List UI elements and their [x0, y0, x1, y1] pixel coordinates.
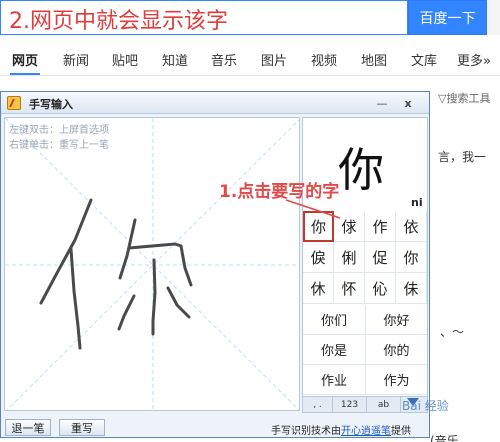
tab-video[interactable]: 视频 — [311, 50, 337, 69]
candidate[interactable]: 伈 — [365, 273, 396, 304]
search-input[interactable]: 2.网页中就会显示该字 — [0, 0, 408, 35]
candidate[interactable]: 怀 — [334, 273, 365, 304]
tab-tieba[interactable]: 贴吧 — [112, 50, 138, 69]
candidate[interactable]: 佅 — [396, 273, 427, 304]
word-candidate[interactable]: 你们 — [303, 305, 365, 335]
watermark-logo: Bai 经验 — [402, 399, 449, 413]
credit-prefix: 手写识别技术由 — [271, 426, 341, 437]
handwriting-window: 手写输入 — x 左键双击：上屏首选项 右键单击：重写上一笔 你 ni 你 俅 — [0, 91, 430, 438]
word-candidate[interactable]: 你好 — [365, 305, 427, 335]
candidate[interactable]: 㑦 — [303, 242, 334, 273]
search-query-text: 2.网页中就会显示该字 — [9, 9, 228, 34]
candidate[interactable]: 依 — [396, 211, 427, 242]
word-candidate[interactable]: 作业 — [303, 365, 365, 395]
search-bar: 2.网页中就会显示该字 百度一下 — [0, 0, 500, 37]
minimize-button[interactable]: — — [372, 95, 392, 111]
candidate[interactable]: 你 — [396, 242, 427, 273]
rewrite-button[interactable]: 重写 — [59, 419, 105, 436]
handwriting-canvas[interactable]: 左键双击：上屏首选项 右键单击：重写上一笔 — [4, 117, 300, 411]
digit-mode-button[interactable]: 123 — [333, 397, 367, 412]
hint-right-click: 右键单击：重写上一笔 — [9, 140, 109, 151]
search-bar-edge — [487, 0, 500, 35]
candidate[interactable]: 俐 — [334, 242, 365, 273]
candidate-panel: 你 ni 你 俅 作 依 㑦 俐 促 你 休 怀 伈 佅 你们 你好 你是 你的… — [302, 117, 428, 411]
hint-double-click: 左键双击：上屏首选项 — [9, 125, 109, 136]
word-candidate[interactable]: 你是 — [303, 335, 365, 365]
tab-news[interactable]: 新闻 — [63, 50, 89, 69]
credit-suffix: 提供 — [391, 426, 411, 437]
alpha-mode-button[interactable]: ab — [367, 397, 401, 412]
handwriting-titlebar[interactable]: 手写输入 — x — [1, 92, 429, 114]
tab-more[interactable]: 更多» — [457, 50, 491, 69]
candidate-selected[interactable]: 你 — [303, 211, 334, 242]
result-fragment: 、～ — [440, 325, 465, 339]
credit-link[interactable]: 开心逍遥笔 — [341, 426, 391, 437]
pinyin-label: ni — [411, 196, 423, 209]
tab-map[interactable]: 地图 — [361, 50, 387, 69]
result-fragment: (音乐 — [430, 434, 459, 442]
candidate[interactable]: 促 — [365, 242, 396, 273]
close-button[interactable]: x — [398, 95, 418, 111]
nav-tabs: 网页 新闻 贴吧 知道 音乐 图片 视频 地图 文库 更多» — [0, 42, 500, 76]
preview-character: 你 — [338, 143, 384, 197]
tab-music[interactable]: 音乐 — [211, 50, 237, 69]
candidate[interactable]: 休 — [303, 273, 334, 304]
handwriting-footer: 退一笔 重写 手写识别技术由开心逍遥笔提供 — [1, 417, 429, 437]
handwritten-strokes — [39, 198, 193, 350]
candidate[interactable]: 俅 — [334, 211, 365, 242]
search-tools-link[interactable]: ▽搜索工具 — [438, 90, 490, 106]
tab-webpage[interactable]: 网页 — [12, 50, 38, 69]
candidate[interactable]: 作 — [365, 211, 396, 242]
active-tab-indicator — [10, 73, 40, 75]
tab-images[interactable]: 图片 — [261, 50, 287, 69]
punct-mode-button[interactable]: , . — [303, 397, 333, 412]
word-candidate[interactable]: 作为 — [365, 365, 427, 395]
pencil-app-icon — [7, 96, 21, 110]
result-fragment: 言，我一 — [438, 150, 487, 164]
footer-credit: 手写识别技术由开心逍遥笔提供 — [271, 422, 411, 437]
search-button[interactable]: 百度一下 — [408, 0, 487, 35]
undo-stroke-button[interactable]: 退一笔 — [5, 419, 51, 436]
word-candidate[interactable]: 你的 — [365, 335, 427, 365]
tab-zhidao[interactable]: 知道 — [162, 50, 188, 69]
tab-wenku[interactable]: 文库 — [411, 50, 437, 69]
step1-annotation: 1.点击要写的字 — [219, 182, 340, 202]
handwriting-title: 手写输入 — [29, 98, 73, 111]
